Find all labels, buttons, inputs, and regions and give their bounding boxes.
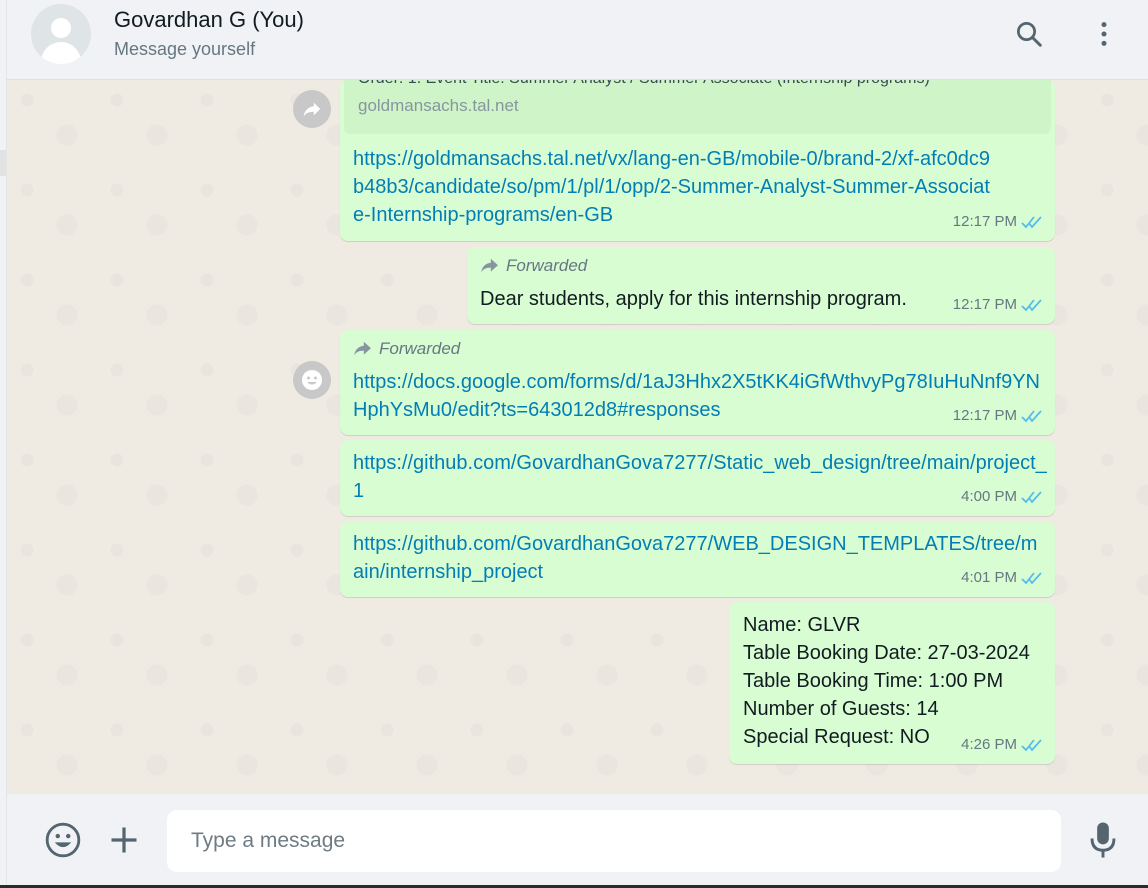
read-ticks-icon: [1021, 215, 1045, 229]
read-ticks-icon: [1021, 490, 1045, 504]
message-bubble-link-preview[interactable]: Order: 1. Event Title: Summer Analyst / …: [340, 80, 1055, 241]
menu-icon[interactable]: [1087, 17, 1121, 51]
avatar[interactable]: [31, 4, 91, 64]
read-ticks-icon: [1021, 298, 1045, 312]
message-bubble-booking-details[interactable]: Name: GLVR Table Booking Date: 27-03-202…: [729, 602, 1055, 764]
message-meta: 4:26 PM: [961, 731, 1045, 759]
scroll-indicator: [0, 150, 6, 176]
message-link[interactable]: https://github.com/GovardhanGova7277/Sta…: [353, 449, 1048, 505]
message-link[interactable]: https://goldmansachs.tal.net/vx/lang-en-…: [353, 145, 993, 229]
message-link[interactable]: https://docs.google.com/forms/d/1aJ3Hhx2…: [353, 368, 1048, 424]
message-text-lines: Name: GLVR Table Booking Date: 27-03-202…: [743, 611, 1030, 751]
booking-time-line: Table Booking Time: 1:00 PM: [743, 670, 1004, 692]
booking-name-line: Name: GLVR: [743, 614, 861, 636]
link-preview-domain: goldmansachs.tal.net: [358, 96, 519, 115]
chat-header[interactable]: Govardhan G (You) Message yourself: [7, 0, 1148, 80]
message-bubble-forwarded-text[interactable]: Forwarded Dear students, apply for this …: [467, 247, 1055, 324]
react-emoji-button[interactable]: [293, 361, 331, 399]
avatar-body-shape: [41, 42, 81, 64]
read-ticks-icon: [1021, 409, 1045, 423]
message-text: Dear students, apply for this internship…: [480, 288, 907, 310]
forwarded-icon: [354, 341, 371, 356]
forward-button[interactable]: [293, 90, 331, 128]
message-bubble-forwarded-link[interactable]: Forwarded https://docs.google.com/forms/…: [340, 330, 1055, 435]
message-time: 4:26 PM: [961, 736, 1017, 753]
message-time: 12:17 PM: [952, 407, 1017, 424]
compose-bar: [7, 794, 1148, 888]
left-panel-edge: [0, 0, 7, 888]
emoji-icon[interactable]: [43, 820, 83, 860]
contact-subtitle: Message yourself: [114, 39, 256, 59]
message-time: 12:17 PM: [952, 296, 1017, 313]
chat-message-area[interactable]: Order: 1. Event Title: Summer Analyst / …: [7, 80, 1148, 794]
booking-date-line: Table Booking Date: 27-03-2024: [743, 642, 1030, 664]
forwarded-label: Forwarded: [480, 254, 587, 278]
booking-guests-line: Number of Guests: 14: [743, 698, 939, 720]
read-ticks-icon: [1021, 738, 1045, 752]
message-meta: 12:17 PM: [953, 208, 1045, 236]
message-meta: 12:17 PM: [953, 291, 1045, 319]
link-preview-card[interactable]: Order: 1. Event Title: Summer Analyst / …: [344, 80, 1051, 134]
read-ticks-icon: [1021, 571, 1045, 585]
message-input[interactable]: [167, 810, 1061, 872]
avatar-head-shape: [51, 18, 71, 38]
message-meta: 4:00 PM: [961, 483, 1045, 511]
message-time: 4:00 PM: [961, 488, 1017, 505]
message-time: 4:01 PM: [961, 569, 1017, 586]
message-meta: 12:17 PM: [953, 402, 1045, 430]
message-meta: 4:01 PM: [961, 564, 1045, 592]
contact-name[interactable]: Govardhan G (You): [114, 7, 304, 33]
forwarded-icon: [481, 258, 498, 273]
message-bubble-link[interactable]: https://github.com/GovardhanGova7277/WEB…: [340, 521, 1055, 597]
message-bubble-link[interactable]: https://github.com/GovardhanGova7277/Sta…: [340, 440, 1055, 516]
attach-plus-icon[interactable]: [106, 822, 142, 858]
microphone-icon[interactable]: [1085, 820, 1121, 860]
message-link[interactable]: https://github.com/GovardhanGova7277/WEB…: [353, 530, 1048, 586]
forwarded-label: Forwarded: [353, 337, 460, 361]
search-icon[interactable]: [1012, 17, 1046, 51]
message-time: 12:17 PM: [952, 213, 1017, 230]
